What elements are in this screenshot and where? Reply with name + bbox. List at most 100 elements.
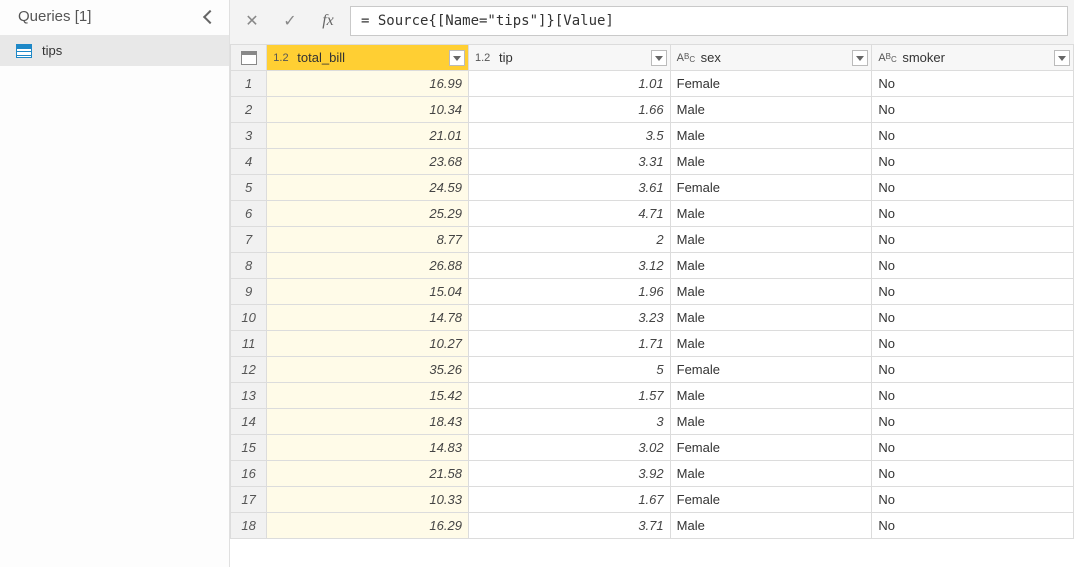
cell-tip[interactable]: 3.31 <box>468 149 670 175</box>
cell-smoker[interactable]: No <box>872 201 1074 227</box>
row-number[interactable]: 11 <box>231 331 267 357</box>
cell-total_bill[interactable]: 15.04 <box>267 279 469 305</box>
row-number[interactable]: 5 <box>231 175 267 201</box>
table-row[interactable]: 1816.293.71MaleNo <box>231 513 1074 539</box>
cell-sex[interactable]: Female <box>670 71 872 97</box>
collapse-queries-icon[interactable] <box>203 9 217 23</box>
cell-smoker[interactable]: No <box>872 149 1074 175</box>
row-number[interactable]: 16 <box>231 461 267 487</box>
column-filter-button[interactable] <box>1054 50 1070 66</box>
cell-smoker[interactable]: No <box>872 175 1074 201</box>
column-header-smoker[interactable]: ABCsmoker <box>872 45 1074 71</box>
cell-smoker[interactable]: No <box>872 383 1074 409</box>
cell-total_bill[interactable]: 35.26 <box>267 357 469 383</box>
cell-smoker[interactable]: No <box>872 409 1074 435</box>
cell-total_bill[interactable]: 25.29 <box>267 201 469 227</box>
cell-total_bill[interactable]: 15.42 <box>267 383 469 409</box>
cell-sex[interactable]: Female <box>670 435 872 461</box>
cell-total_bill[interactable]: 10.33 <box>267 487 469 513</box>
cell-tip[interactable]: 3 <box>468 409 670 435</box>
table-row[interactable]: 1710.331.67FemaleNo <box>231 487 1074 513</box>
row-number[interactable]: 4 <box>231 149 267 175</box>
table-row[interactable]: 1014.783.23MaleNo <box>231 305 1074 331</box>
row-number[interactable]: 10 <box>231 305 267 331</box>
cell-tip[interactable]: 1.01 <box>468 71 670 97</box>
cell-smoker[interactable]: No <box>872 305 1074 331</box>
cell-sex[interactable]: Male <box>670 279 872 305</box>
row-number[interactable]: 2 <box>231 97 267 123</box>
cell-sex[interactable]: Male <box>670 253 872 279</box>
cell-total_bill[interactable]: 16.29 <box>267 513 469 539</box>
row-number[interactable]: 13 <box>231 383 267 409</box>
cell-tip[interactable]: 4.71 <box>468 201 670 227</box>
cell-total_bill[interactable]: 21.01 <box>267 123 469 149</box>
query-item-tips[interactable]: tips <box>0 35 229 66</box>
cell-total_bill[interactable]: 21.58 <box>267 461 469 487</box>
table-row[interactable]: 1514.833.02FemaleNo <box>231 435 1074 461</box>
cell-sex[interactable]: Female <box>670 487 872 513</box>
cell-smoker[interactable]: No <box>872 123 1074 149</box>
table-row[interactable]: 1235.265FemaleNo <box>231 357 1074 383</box>
cell-tip[interactable]: 3.71 <box>468 513 670 539</box>
formula-fx-button[interactable]: fx <box>312 6 344 36</box>
cell-sex[interactable]: Male <box>670 513 872 539</box>
cell-total_bill[interactable]: 24.59 <box>267 175 469 201</box>
cell-total_bill[interactable]: 14.78 <box>267 305 469 331</box>
column-filter-button[interactable] <box>449 50 465 66</box>
cell-sex[interactable]: Male <box>670 409 872 435</box>
cell-sex[interactable]: Male <box>670 331 872 357</box>
column-header-tip[interactable]: 1.2tip <box>468 45 670 71</box>
cell-total_bill[interactable]: 26.88 <box>267 253 469 279</box>
row-number[interactable]: 8 <box>231 253 267 279</box>
cell-total_bill[interactable]: 10.34 <box>267 97 469 123</box>
cell-tip[interactable]: 3.23 <box>468 305 670 331</box>
cell-sex[interactable]: Male <box>670 97 872 123</box>
row-number[interactable]: 18 <box>231 513 267 539</box>
cell-smoker[interactable]: No <box>872 97 1074 123</box>
cell-smoker[interactable]: No <box>872 227 1074 253</box>
cell-smoker[interactable]: No <box>872 279 1074 305</box>
cell-smoker[interactable]: No <box>872 357 1074 383</box>
cell-total_bill[interactable]: 18.43 <box>267 409 469 435</box>
formula-confirm-button[interactable]: ✓ <box>274 6 306 36</box>
table-row[interactable]: 826.883.12MaleNo <box>231 253 1074 279</box>
cell-smoker[interactable]: No <box>872 253 1074 279</box>
column-header-sex[interactable]: ABCsex <box>670 45 872 71</box>
cell-total_bill[interactable]: 10.27 <box>267 331 469 357</box>
cell-smoker[interactable]: No <box>872 461 1074 487</box>
row-number[interactable]: 17 <box>231 487 267 513</box>
table-row[interactable]: 625.294.71MaleNo <box>231 201 1074 227</box>
row-number[interactable]: 15 <box>231 435 267 461</box>
cell-sex[interactable]: Male <box>670 461 872 487</box>
table-row[interactable]: 210.341.66MaleNo <box>231 97 1074 123</box>
cell-tip[interactable]: 1.66 <box>468 97 670 123</box>
data-grid[interactable]: 1.2total_bill1.2tipABCsexABCsmoker 116.9… <box>230 44 1074 567</box>
table-row[interactable]: 915.041.96MaleNo <box>231 279 1074 305</box>
cell-sex[interactable]: Male <box>670 305 872 331</box>
column-filter-button[interactable] <box>852 50 868 66</box>
row-number[interactable]: 14 <box>231 409 267 435</box>
cell-tip[interactable]: 3.12 <box>468 253 670 279</box>
cell-smoker[interactable]: No <box>872 513 1074 539</box>
cell-tip[interactable]: 3.5 <box>468 123 670 149</box>
row-number[interactable]: 1 <box>231 71 267 97</box>
table-row[interactable]: 116.991.01FemaleNo <box>231 71 1074 97</box>
cell-tip[interactable]: 5 <box>468 357 670 383</box>
cell-smoker[interactable]: No <box>872 487 1074 513</box>
cell-sex[interactable]: Male <box>670 227 872 253</box>
table-row[interactable]: 524.593.61FemaleNo <box>231 175 1074 201</box>
table-row[interactable]: 1315.421.57MaleNo <box>231 383 1074 409</box>
column-filter-button[interactable] <box>651 50 667 66</box>
cell-tip[interactable]: 1.71 <box>468 331 670 357</box>
table-row[interactable]: 321.013.5MaleNo <box>231 123 1074 149</box>
cell-sex[interactable]: Male <box>670 201 872 227</box>
table-row[interactable]: 423.683.31MaleNo <box>231 149 1074 175</box>
row-number[interactable]: 6 <box>231 201 267 227</box>
column-header-total_bill[interactable]: 1.2total_bill <box>267 45 469 71</box>
cell-smoker[interactable]: No <box>872 435 1074 461</box>
table-row[interactable]: 1621.583.92MaleNo <box>231 461 1074 487</box>
cell-sex[interactable]: Male <box>670 123 872 149</box>
cell-smoker[interactable]: No <box>872 71 1074 97</box>
cell-tip[interactable]: 3.92 <box>468 461 670 487</box>
formula-input[interactable] <box>350 6 1068 36</box>
